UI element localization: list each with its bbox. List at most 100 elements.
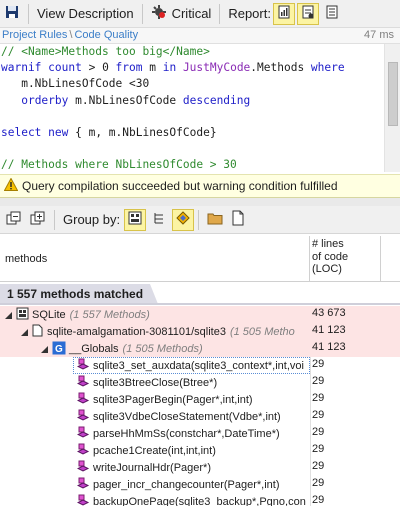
column-header-loc[interactable]: # lines of code (LOC) bbox=[312, 238, 380, 276]
assembly-icon bbox=[128, 211, 142, 228]
svg-text:G: G bbox=[55, 344, 63, 355]
code-token: new bbox=[48, 125, 69, 139]
tree-row-method[interactable]: writeJournalHdr(Pager*) 29 bbox=[0, 459, 400, 476]
group-by-type-toggle[interactable] bbox=[172, 208, 195, 231]
results-tree: SQLite (1 557 Methods) 43 673 sqlite-ama… bbox=[0, 306, 400, 506]
column-separator bbox=[310, 408, 311, 425]
namespace-icon: G bbox=[52, 341, 66, 357]
code-token: m.NbLinesOfCode bbox=[68, 93, 183, 107]
method-loc: 29 bbox=[312, 375, 325, 387]
method-loc: 29 bbox=[312, 443, 325, 455]
toolbar-separator bbox=[54, 209, 55, 230]
method-loc: 29 bbox=[312, 409, 325, 421]
group-by-namespace-toggle[interactable] bbox=[148, 209, 170, 231]
assembly-icon bbox=[16, 307, 29, 323]
method-name: pager_incr_changecounter(Pager*,int) bbox=[93, 479, 280, 491]
tree-row-method[interactable]: pcache1Create(int,int,int) 29 bbox=[0, 442, 400, 459]
method-name: parseHhMmSs(constchar*,DateTime*) bbox=[93, 428, 280, 440]
query-code[interactable]: // <Name>Methods too big</Name> warnif co… bbox=[1, 44, 345, 172]
code-token: warnif bbox=[1, 61, 49, 75]
assembly-method-count: (1 557 Methods) bbox=[69, 309, 150, 321]
code-token: 30 bbox=[135, 77, 150, 91]
report-warnings-toggle[interactable] bbox=[272, 2, 295, 25]
type-icon bbox=[176, 211, 190, 228]
query-editor[interactable]: // <Name>Methods too big</Name> warnif co… bbox=[0, 44, 400, 172]
source-file-name: sqlite-amalgamation-3081101/sqlite3 bbox=[47, 326, 226, 338]
method-loc: 29 bbox=[312, 426, 325, 438]
column-header-extra bbox=[380, 236, 400, 282]
column-header-loc-line: (LOC) bbox=[312, 263, 342, 275]
group-by-assembly-toggle[interactable] bbox=[124, 208, 147, 231]
toolbar-separator bbox=[198, 209, 200, 230]
method-icon bbox=[77, 443, 90, 459]
toolbar-separator bbox=[141, 3, 143, 24]
report-icon bbox=[277, 5, 291, 22]
report-details-toggle[interactable] bbox=[321, 3, 343, 25]
tree-row-method[interactable]: backupOnePage(sqlite3_backup*,Pgno,con 29 bbox=[0, 493, 400, 506]
collapse-arrow-icon[interactable] bbox=[40, 345, 49, 354]
code-line[interactable]: select new { m, m.NbLinesOfCode} bbox=[1, 125, 345, 141]
scrollbar-thumb[interactable] bbox=[388, 62, 398, 126]
code-token: m bbox=[149, 61, 156, 75]
expand-all-button[interactable] bbox=[2, 209, 26, 231]
pane-splitter[interactable] bbox=[0, 198, 400, 206]
collapse-all-button[interactable] bbox=[26, 209, 50, 231]
critical-icon bbox=[151, 4, 167, 23]
collapse-arrow-icon[interactable] bbox=[20, 328, 29, 337]
collapse-all-icon bbox=[30, 210, 46, 229]
results-toolbar: Group by: bbox=[0, 206, 400, 234]
export-button[interactable] bbox=[227, 209, 249, 231]
code-token: from bbox=[108, 61, 150, 75]
code-token: select bbox=[1, 125, 42, 139]
code-line[interactable]: // <Name>Methods too big</Name> bbox=[1, 44, 345, 60]
column-separator bbox=[310, 442, 311, 459]
method-name: sqlite3PagerBegin(Pager*,int,int) bbox=[93, 394, 253, 406]
assembly-loc: 43 673 bbox=[312, 307, 346, 319]
collapse-arrow-icon[interactable] bbox=[4, 311, 13, 320]
breadcrumb-code-quality[interactable]: Code Quality bbox=[74, 29, 138, 41]
tree-row-method[interactable]: pager_incr_changecounter(Pager*,int) 29 bbox=[0, 476, 400, 493]
tree-row-method[interactable]: sqlite3VdbeCloseStatement(Vdbe*,int) 29 bbox=[0, 408, 400, 425]
code-line[interactable]: orderby m.NbLinesOfCode descending bbox=[1, 93, 345, 109]
breadcrumb-project-rules[interactable]: Project Rules bbox=[2, 29, 67, 41]
code-line[interactable] bbox=[1, 109, 345, 125]
method-name: sqlite3BtreeClose(Btree*) bbox=[93, 377, 218, 389]
save-button[interactable] bbox=[0, 3, 24, 25]
open-folder-button[interactable] bbox=[203, 209, 227, 231]
code-token: count bbox=[48, 61, 82, 75]
code-line[interactable]: warnif count > 0 from m in JustMyCode.Me… bbox=[1, 60, 345, 76]
code-line[interactable] bbox=[1, 141, 345, 157]
namespace-method-count: (1 505 Methods) bbox=[122, 343, 203, 355]
code-token: > bbox=[81, 61, 103, 75]
critical-toggle[interactable]: Critical bbox=[147, 3, 216, 25]
code-token: { m, m.NbLinesOfCode} bbox=[68, 125, 217, 139]
report-violations-toggle[interactable] bbox=[296, 2, 319, 25]
tree-row-method[interactable]: sqlite3BtreeClose(Btree*) 29 bbox=[0, 374, 400, 391]
tree-row-method[interactable]: sqlite3PagerBegin(Pager*,int,int) 29 bbox=[0, 391, 400, 408]
toolbar-separator bbox=[28, 3, 29, 24]
editor-vertical-scrollbar[interactable] bbox=[384, 44, 400, 172]
namespace-icon bbox=[152, 211, 166, 228]
query-duration: 47 ms bbox=[364, 29, 394, 41]
method-icon bbox=[77, 358, 90, 374]
code-line[interactable]: m.NbLinesOfCode <30 bbox=[1, 76, 345, 92]
column-separator bbox=[310, 493, 311, 506]
tree-row-method[interactable]: sqlite3_set_auxdata(sqlite3_context*,int… bbox=[0, 357, 400, 374]
breadcrumb: Project Rules \ Code Quality 47 ms bbox=[0, 28, 400, 44]
method-loc: 29 bbox=[312, 460, 325, 472]
view-description-button[interactable]: View Description bbox=[33, 3, 138, 25]
code-token: 0 bbox=[102, 61, 109, 75]
column-header-loc-line: of code bbox=[312, 250, 349, 263]
tree-row-assembly[interactable]: SQLite (1 557 Methods) 43 673 bbox=[0, 306, 400, 323]
column-separator bbox=[310, 425, 311, 442]
tree-row-namespace[interactable]: G __Globals (1 505 Methods) 41 123 bbox=[0, 340, 400, 357]
folder-icon bbox=[207, 211, 223, 228]
code-token: in bbox=[155, 61, 183, 75]
match-count-tab: 1 557 methods matched bbox=[0, 284, 158, 304]
tree-row-method[interactable]: parseHhMmSs(constchar*,DateTime*) 29 bbox=[0, 425, 400, 442]
code-line[interactable]: // Methods where NbLinesOfCode > 30 bbox=[1, 157, 345, 172]
code-token: m.NbLinesOfCode < bbox=[1, 77, 136, 91]
tree-row-source-file[interactable]: sqlite-amalgamation-3081101/sqlite3 (1 5… bbox=[0, 323, 400, 340]
column-header-methods[interactable]: methods bbox=[0, 236, 310, 282]
method-icon bbox=[77, 460, 90, 476]
